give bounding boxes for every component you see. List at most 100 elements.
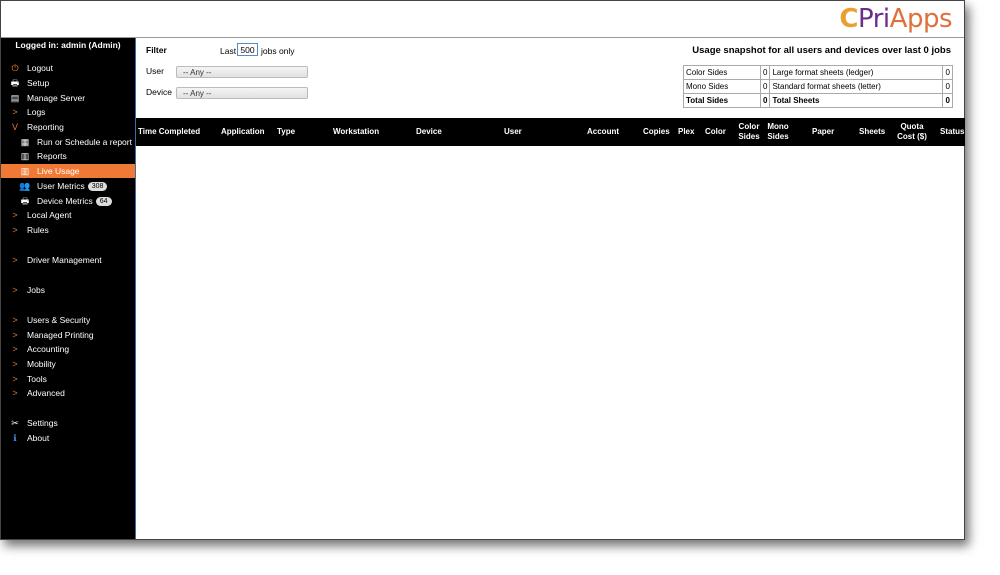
sidebar-item-label: Run or Schedule a report: [37, 137, 132, 147]
chevron-right-icon: >: [12, 344, 18, 354]
sidebar-item-reports[interactable]: ▥ Reports: [1, 149, 135, 163]
chevron-right-icon: >: [12, 255, 18, 265]
sidebar-item-logout[interactable]: ⏻ Logout: [1, 61, 135, 75]
printer-icon: 🖶: [10, 78, 20, 88]
sidebar-item-settings[interactable]: ✂ Settings: [1, 416, 135, 430]
jobs-table-header: Time Completed Application Type Workstation…: [136, 118, 965, 146]
count-badge: 308: [87, 181, 108, 191]
clipboard-icon: ▥: [20, 166, 30, 176]
sidebar-item-jobs[interactable]: > Jobs: [1, 283, 135, 297]
sidebar-item-local-agent[interactable]: > Local Agent: [1, 208, 135, 222]
chevron-down-icon: V: [11, 122, 18, 132]
sidebar-item-device-metrics[interactable]: 🖶 Device Metrics 64: [1, 194, 135, 208]
column-header-color[interactable]: Color: [705, 118, 729, 146]
main-panel: Filter Last 500 jobs only User -- Any --…: [135, 38, 965, 539]
summary-cell: 0: [942, 79, 953, 94]
sidebar-item-reporting[interactable]: V Reporting: [1, 120, 135, 134]
filter-title: Filter: [146, 45, 167, 55]
last-label: Last: [220, 46, 237, 56]
summary-cell: Mono Sides: [683, 79, 761, 94]
summary-cell: Total Sheets: [769, 93, 944, 108]
summary-row: Total Sides 0 Total Sheets 0: [683, 93, 953, 108]
summary-row: Color Sides 0 Large format sheets (ledger)…: [683, 65, 953, 80]
sidebar-item-label: User Metrics: [37, 181, 85, 191]
sidebar-item-label: Logs: [27, 107, 46, 117]
summary-cell: 0: [759, 79, 771, 94]
summary-cell: Color Sides: [683, 65, 761, 80]
user-select[interactable]: -- Any --: [176, 66, 308, 78]
sidebar-item-label: Settings: [27, 418, 58, 428]
sidebar-item-label: Managed Printing: [27, 330, 94, 340]
sidebar-item-label: Setup: [27, 78, 50, 88]
summary-cell: Standard format sheets (letter): [769, 79, 944, 94]
column-header-account[interactable]: Account: [587, 118, 627, 146]
printer-icon: 🖶: [20, 196, 30, 206]
sidebar-item-label: Logout: [27, 63, 53, 73]
sidebar-item-setup[interactable]: 🖶 Setup: [1, 76, 135, 90]
column-header-application[interactable]: Application: [221, 118, 271, 146]
header: CPriApps: [1, 1, 964, 38]
column-header-device[interactable]: Device: [416, 118, 456, 146]
summary-cell: 0: [942, 65, 953, 80]
user-label: User: [146, 66, 164, 76]
sidebar-item-label: Accounting: [27, 344, 70, 354]
sidebar-item-label: Jobs: [27, 285, 45, 295]
sidebar-item-about[interactable]: ℹ About: [1, 431, 135, 445]
column-header-mono-sides[interactable]: Mono Sides: [765, 118, 791, 146]
sidebar-item-label: Local Agent: [27, 210, 72, 220]
column-header-user[interactable]: User: [504, 118, 534, 146]
chevron-right-icon: >: [12, 315, 18, 325]
sidebar-item-user-metrics[interactable]: 👥 User Metrics 308: [1, 179, 135, 193]
tools-icon: ✂: [11, 418, 19, 428]
users-icon: 👥: [19, 181, 31, 191]
sidebar-item-manage-server[interactable]: ▤ Manage Server: [1, 91, 135, 105]
sidebar-item-managed-printing[interactable]: > Managed Printing: [1, 328, 135, 342]
info-icon: ℹ: [13, 433, 17, 443]
last-jobs-input[interactable]: 500: [237, 43, 258, 56]
summary-cell: Total Sides: [683, 93, 761, 108]
summary-cell: 0: [759, 93, 771, 108]
column-header-time-completed[interactable]: Time Completed: [138, 118, 208, 146]
chevron-right-icon: >: [12, 359, 18, 369]
sidebar-item-run-or-schedule-a-report[interactable]: ▦ Run or Schedule a report: [1, 135, 135, 149]
column-header-plex[interactable]: Plex: [678, 118, 700, 146]
priapps-logo: CPriApps: [839, 4, 952, 34]
column-header-type[interactable]: Type: [277, 118, 307, 146]
sidebar-item-label: Reporting: [27, 122, 64, 132]
sidebar-item-label: Users & Security: [27, 315, 91, 325]
report-schedule-icon: ▦: [20, 137, 30, 147]
sidebar-item-label: Device Metrics: [37, 196, 93, 206]
snapshot-title: Usage snapshot for all users and devices…: [692, 45, 951, 56]
chevron-right-icon: >: [12, 225, 18, 235]
sidebar-item-label: Driver Management: [27, 255, 102, 265]
usage-summary-table: Color Sides 0 Large format sheets (ledger)…: [683, 65, 953, 108]
column-header-copies[interactable]: Copies: [643, 118, 673, 146]
sidebar-item-driver-management[interactable]: > Driver Management: [1, 253, 135, 267]
chevron-right-icon: >: [12, 388, 18, 398]
sidebar-item-users-security[interactable]: > Users & Security: [1, 313, 135, 327]
count-badge: 64: [95, 196, 112, 206]
column-header-status[interactable]: Status: [940, 118, 968, 146]
sidebar-item-advanced[interactable]: > Advanced: [1, 386, 135, 400]
column-header-quota-cost[interactable]: Quota Cost ($): [895, 118, 929, 146]
sidebar-item-rules[interactable]: > Rules: [1, 223, 135, 237]
summary-cell: Large format sheets (ledger): [769, 65, 944, 80]
sidebar-item-mobility[interactable]: > Mobility: [1, 357, 135, 371]
device-label: Device: [146, 87, 172, 97]
summary-cell: 0: [942, 93, 953, 108]
device-select[interactable]: -- Any --: [176, 87, 308, 99]
column-header-sheets[interactable]: Sheets: [859, 118, 889, 146]
clipboard-icon: ▥: [20, 151, 30, 161]
app-window: CPriApps Logged in: admin (Admin) ⏻ Logou…: [0, 0, 965, 540]
sidebar-item-tools[interactable]: > Tools: [1, 372, 135, 386]
sidebar-item-label: Reports: [37, 151, 67, 161]
summary-cell: 0: [759, 65, 771, 80]
sidebar-item-live-usage[interactable]: ▥ Live Usage: [1, 164, 135, 178]
sidebar-item-accounting[interactable]: > Accounting: [1, 342, 135, 356]
column-header-workstation[interactable]: Workstation: [333, 118, 393, 146]
column-header-color-sides[interactable]: Color Sides: [736, 118, 762, 146]
column-header-paper[interactable]: Paper: [812, 118, 842, 146]
server-edit-icon: ▤: [10, 93, 20, 103]
chevron-right-icon: >: [12, 210, 18, 220]
sidebar-item-logs[interactable]: > Logs: [1, 105, 135, 119]
